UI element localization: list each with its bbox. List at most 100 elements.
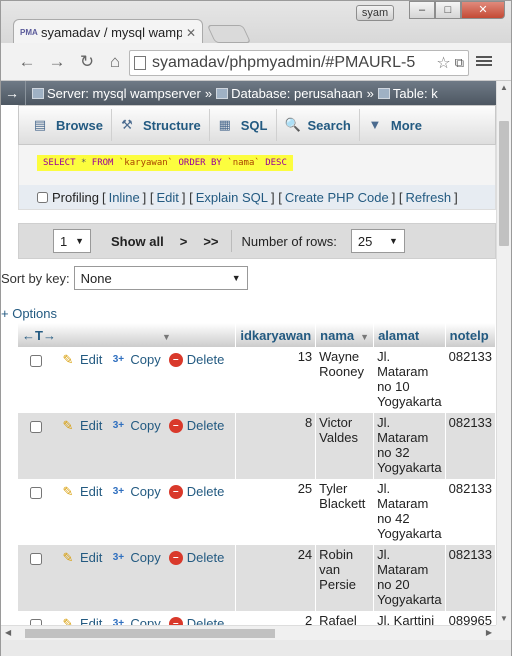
row-checkbox[interactable] [30,487,42,499]
rows-label: Number of rows: [241,233,337,249]
cell-notelp[interactable]: 082133 [445,545,496,611]
tab-search[interactable]: 🔍 Search [277,109,360,141]
close-window-button[interactable]: ✕ [461,1,505,19]
profile-button[interactable]: syam [356,5,394,21]
forward-button[interactable]: → [47,52,67,72]
next-page-button[interactable]: > [180,234,188,249]
minimize-button[interactable]: – [409,1,435,19]
row-checkbox[interactable] [30,355,42,367]
sql-action-links: Profiling [Inline] [Edit] [Explain SQL] … [19,185,495,209]
copy-row-button[interactable]: 3+ Copy [110,484,161,499]
cell-notelp[interactable]: 082133 [445,347,496,413]
translate-icon[interactable]: ⧉ [455,55,464,71]
scroll-down-icon[interactable]: ▼ [500,614,508,623]
bookmark-star-icon[interactable]: ☆ [436,53,450,73]
edit-sql-link[interactable]: Edit [157,190,179,205]
scroll-right-icon[interactable]: ▶ [486,628,492,637]
options-toggle[interactable]: + Options [1,306,496,321]
inline-link[interactable]: Inline [109,190,140,205]
collapse-navigation-icon[interactable]: → [5,85,19,101]
cell-alamat[interactable]: Jl. Mataram no 42 Yogyakarta [373,479,446,545]
last-page-button[interactable]: >> [203,234,218,249]
chrome-menu-icon[interactable] [476,54,492,70]
scroll-left-icon[interactable]: ◀ [5,628,11,637]
cell-nama[interactable]: Tyler Blackett [315,479,375,545]
breadcrumb-table[interactable]: Table: k [377,86,438,101]
column-arrows[interactable]: ←T→ ▼ [18,323,237,347]
delete-icon: – [168,616,183,625]
rows-select[interactable]: 25 ▼ [350,229,405,253]
delete-row-button[interactable]: – Delete [168,616,224,625]
scroll-up-icon[interactable]: ▲ [500,83,508,92]
copy-icon: 3+ [112,419,125,431]
copy-row-button[interactable]: 3+ Copy [110,418,161,433]
vertical-scroll-thumb[interactable] [499,121,509,246]
breadcrumb-database[interactable]: Database: perusahaan [216,86,363,101]
copy-icon: 3+ [112,353,125,365]
cell-notelp[interactable]: 082133 [445,479,496,545]
edit-row-button[interactable]: ✎ Edit [60,418,103,433]
back-button[interactable]: ← [17,52,37,72]
maximize-button[interactable]: □ [435,1,461,19]
cell-idkaryawan[interactable]: 25 [235,479,317,545]
row-checkbox[interactable] [30,553,42,565]
create-php-code-link[interactable]: Create PHP Code [285,190,389,205]
edit-row-button[interactable]: ✎ Edit [60,550,103,565]
delete-row-button[interactable]: – Delete [168,484,224,499]
tab-sql[interactable]: ▦ SQL [210,109,277,141]
home-button[interactable]: ⌂ [105,52,125,72]
row-checkbox[interactable] [30,421,42,433]
page-select[interactable]: 1 ▼ [53,229,91,253]
edit-row-button[interactable]: ✎ Edit [60,352,103,367]
vertical-scrollbar[interactable]: ▲ ▼ [496,81,511,625]
cell-idkaryawan[interactable]: 8 [235,413,317,479]
edit-row-button[interactable]: ✎ Edit [60,484,103,499]
column-header-nama[interactable]: nama ▼ [315,323,375,347]
table-row: ✎ Edit 3+ Copy – Delete 13 Wayne Rooney Jl.… [18,347,496,413]
cell-nama[interactable]: Robin van Persie [315,545,375,611]
address-bar: ☆ ⧉ [129,50,469,76]
breadcrumb-server[interactable]: Server: mysql wampserver [32,86,201,101]
cell-nama[interactable]: Victor Valdes [315,413,375,479]
browser-tab[interactable]: PMA syamadav / mysql wampse ✕ [13,19,203,45]
horizontal-scroll-thumb[interactable] [25,629,275,638]
edit-row-button[interactable]: ✎ Edit [60,615,103,625]
explain-sql-link[interactable]: Explain SQL [196,190,268,205]
refresh-link[interactable]: Refresh [406,190,452,205]
cell-idkaryawan[interactable]: 2 [235,611,317,625]
cell-alamat[interactable]: Jl. Mataram no 20 Yogyakarta [373,545,446,611]
column-header-idkaryawan[interactable]: idkaryawan [235,323,317,347]
tab-structure[interactable]: ⚒ Structure [112,109,210,141]
delete-row-button[interactable]: – Delete [168,352,224,367]
sort-by-key-label: Sort by key: [1,270,70,286]
tab-more[interactable]: ▼ More [360,109,430,141]
server-icon [32,87,44,99]
url-input[interactable] [152,54,435,72]
horizontal-scrollbar[interactable]: ◀ ▶ [1,625,496,640]
cell-alamat[interactable]: Jl. Karttini no. 2 [373,611,446,625]
profiling-checkbox[interactable] [37,191,48,203]
column-header-notelp[interactable]: notelp [445,323,496,347]
pencil-icon: ✎ [62,615,74,625]
cell-notelp[interactable]: 089965 [445,611,496,625]
delete-row-button[interactable]: – Delete [168,550,224,565]
cell-idkaryawan[interactable]: 24 [235,545,317,611]
cell-alamat[interactable]: Jl. Mataram no 10 Yogyakarta [373,347,446,413]
window-controls: – □ ✕ [409,1,505,19]
copy-row-button[interactable]: 3+ Copy [110,616,161,625]
cell-nama[interactable]: Rafael Pereira Da [315,611,375,625]
cell-notelp[interactable]: 082133 [445,413,496,479]
reload-button[interactable]: ↻ [77,52,97,72]
cell-idkaryawan[interactable]: 13 [235,347,317,413]
copy-row-button[interactable]: 3+ Copy [110,550,161,565]
delete-row-button[interactable]: – Delete [168,418,224,433]
sort-by-key-select[interactable]: None ▼ [73,266,248,290]
copy-row-button[interactable]: 3+ Copy [110,352,161,367]
column-header-alamat[interactable]: alamat [373,323,446,347]
show-all-button[interactable]: Show all [111,234,164,249]
cell-nama[interactable]: Wayne Rooney [315,347,375,413]
tab-close-icon[interactable]: ✕ [186,26,196,40]
cell-alamat[interactable]: Jl. Mataram no 32 Yogyakarta [373,413,446,479]
tab-browse[interactable]: ▤ Browse [25,109,112,141]
new-tab-button[interactable] [206,25,252,43]
